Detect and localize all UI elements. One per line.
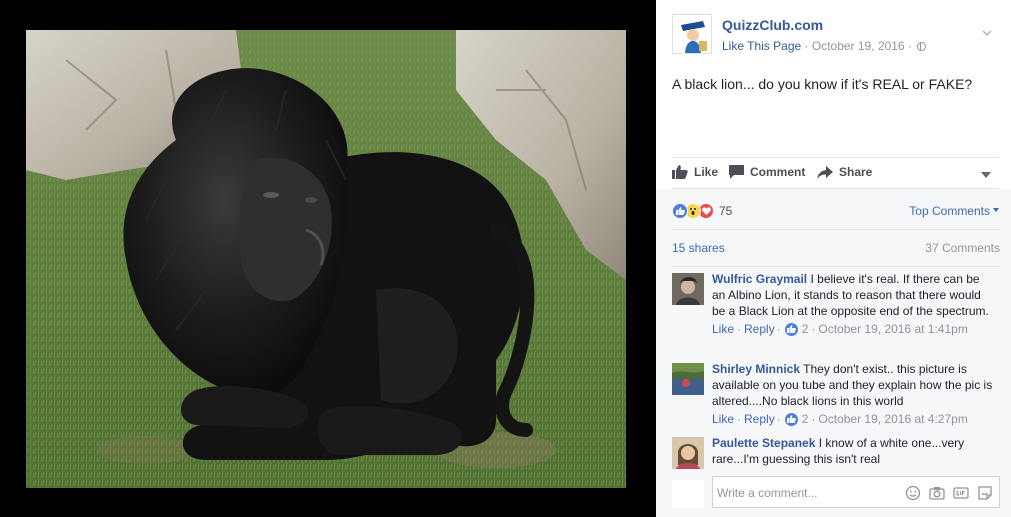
comment-meta: Like · Reply · 2 · October 19, 2016 at 4… <box>712 411 968 427</box>
sticker-icon[interactable] <box>977 485 993 501</box>
like-button[interactable]: Like <box>672 165 718 179</box>
comment-timestamp[interactable]: October 19, 2016 at 1:41pm <box>818 321 967 337</box>
post-text: A black lion... do you know if it's REAL… <box>672 76 973 92</box>
globe-icon <box>917 42 927 51</box>
comment-meta: Like · Reply · 2 · October 19, 2016 at 1… <box>712 321 968 337</box>
camera-icon[interactable] <box>929 485 945 501</box>
like-page-link[interactable]: Like This Page <box>722 39 801 53</box>
comment-like-count[interactable]: 2 <box>802 411 809 427</box>
comment-sort-dropdown[interactable]: Top Comments <box>909 204 999 218</box>
avatar[interactable] <box>672 363 704 395</box>
post-meta: Like This Page · October 19, 2016 · <box>722 39 927 53</box>
post-action-bar: Like Comment Share <box>672 157 999 189</box>
reaction-count: 75 <box>719 204 733 218</box>
post-date[interactable]: October 19, 2016 <box>812 39 905 53</box>
comment-body: Shirley Minnick They don't exist.. this … <box>712 361 994 427</box>
post-sidebar: QuizzClub.com Like This Page · October 1… <box>656 0 1011 517</box>
share-label: Share <box>839 165 873 179</box>
shares-count-link[interactable]: 15 shares <box>672 241 725 255</box>
quizzclub-logo-icon <box>673 15 711 53</box>
post-stats: 15 shares 37 Comments <box>672 229 1000 267</box>
comments-count-link[interactable]: 37 Comments <box>925 241 1000 255</box>
share-button[interactable]: Share <box>817 165 872 179</box>
commenter-name-link[interactable]: Wulfric Graymail <box>712 272 807 286</box>
meta-separator: · <box>804 39 809 53</box>
photo-viewer <box>0 0 656 517</box>
black-lion-photo[interactable] <box>26 30 626 488</box>
comment-reply-link[interactable]: Reply <box>744 411 775 427</box>
comment-icon <box>729 165 744 179</box>
avatar[interactable] <box>672 273 704 305</box>
action-menu-caret-icon[interactable] <box>981 172 991 178</box>
comment-body: Wulfric Graymail I believe it's real. If… <box>712 271 994 337</box>
comment-button[interactable]: Comment <box>729 165 805 179</box>
comment-body: Paulette Stepanek I know of a white one.… <box>712 435 994 467</box>
comment-like-count[interactable]: 2 <box>802 321 809 337</box>
reaction-summary[interactable]: 75 <box>672 203 732 219</box>
like-reaction-icon <box>672 203 688 219</box>
composer-icons <box>905 485 993 501</box>
current-user-avatar <box>672 480 704 508</box>
like-label: Like <box>694 165 719 179</box>
thumbs-up-icon <box>672 165 688 179</box>
engagement-panel: 75 Top Comments 15 shares 37 Comments Wu… <box>656 189 1011 517</box>
gif-icon[interactable] <box>953 485 969 501</box>
avatar[interactable] <box>672 437 704 469</box>
comment-input-placeholder: Write a comment... <box>717 486 818 500</box>
share-arrow-icon <box>817 165 833 179</box>
emoji-icon[interactable] <box>905 485 921 501</box>
commenter-name-link[interactable]: Shirley Minnick <box>712 362 800 376</box>
lion-illustration <box>26 30 626 488</box>
comment-reply-link[interactable]: Reply <box>744 321 775 337</box>
comment-composer: Write a comment... <box>672 476 1002 510</box>
post-header: QuizzClub.com Like This Page · October 1… <box>672 14 1002 58</box>
comment-timestamp[interactable]: October 19, 2016 at 4:27pm <box>818 411 967 427</box>
comment-label: Comment <box>750 165 806 179</box>
meta-separator-2: · <box>907 39 912 53</box>
page-avatar[interactable] <box>672 14 712 54</box>
page-name-link[interactable]: QuizzClub.com <box>722 17 823 33</box>
comment-like-link[interactable]: Like <box>712 321 734 337</box>
chevron-down-icon[interactable] <box>982 28 992 38</box>
comment-like-link[interactable]: Like <box>712 411 734 427</box>
commenter-name-link[interactable]: Paulette Stepanek <box>712 436 815 450</box>
comment-input[interactable]: Write a comment... <box>712 476 1000 508</box>
mini-like-icon <box>784 322 798 336</box>
mini-like-icon <box>784 412 798 426</box>
